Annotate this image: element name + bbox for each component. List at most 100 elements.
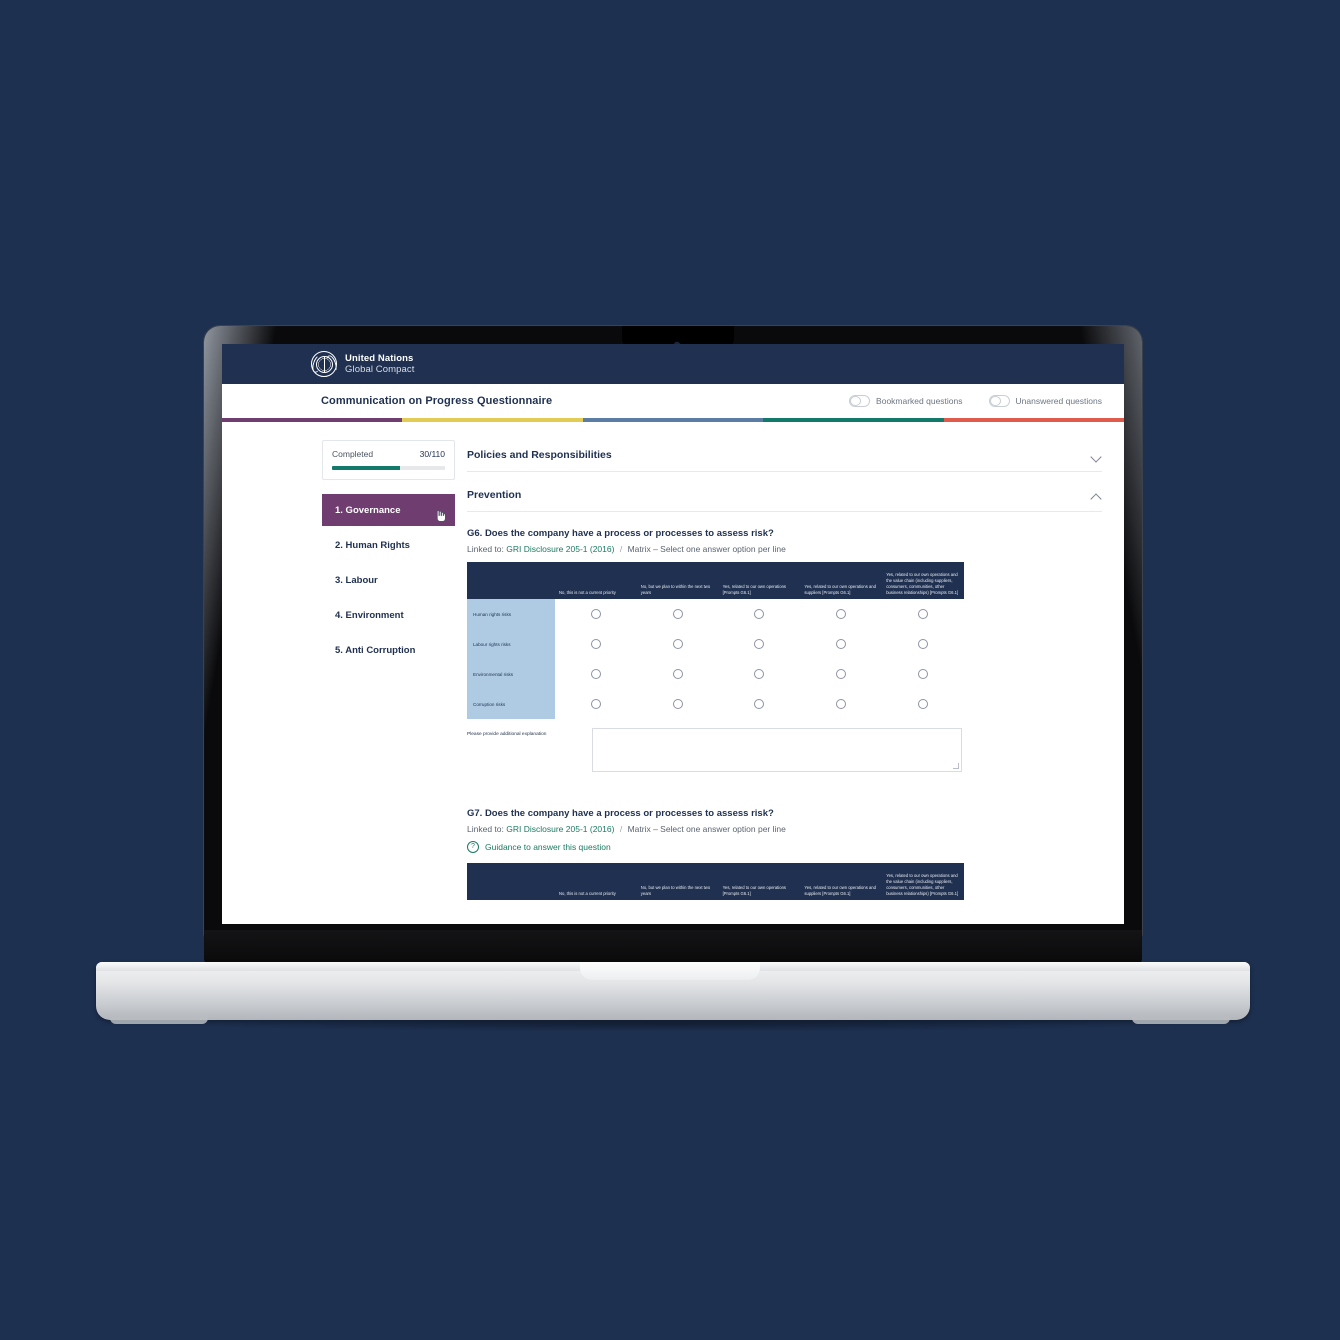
radio-button[interactable]	[918, 639, 929, 649]
radio-button[interactable]	[672, 699, 683, 709]
sidebar-item-governance[interactable]: 1. Governance	[322, 494, 455, 526]
radio-button[interactable]	[590, 609, 601, 619]
matrix-cell[interactable]	[555, 689, 637, 719]
sidebar-item-anti-corruption[interactable]: 5. Anti Corruption	[322, 634, 455, 666]
radio-button[interactable]	[754, 699, 765, 709]
radio-button[interactable]	[672, 609, 683, 619]
matrix-column-header: No, but we plan to within the next two y…	[640, 583, 711, 595]
matrix-column-header: Yes, related to our own operations and t…	[886, 872, 959, 896]
radio-button[interactable]	[836, 699, 847, 709]
laptop-foot-left	[110, 1014, 208, 1024]
matrix-cell[interactable]	[719, 659, 801, 689]
radio-button[interactable]	[836, 609, 847, 619]
brand-line-1: United Nations	[345, 352, 414, 364]
progress-value: 30/110	[419, 449, 445, 459]
meta-separator: /	[619, 544, 623, 554]
matrix-column-header: No, this is not a current priority	[559, 589, 616, 595]
matrix-header-corner	[467, 863, 555, 900]
matrix-row: Environmental risks	[467, 659, 964, 689]
matrix-cell[interactable]	[800, 659, 882, 689]
matrix-cell[interactable]	[637, 689, 719, 719]
radio-button[interactable]	[754, 669, 765, 679]
matrix-cell[interactable]	[637, 599, 719, 629]
question-title: G6. Does the company have a process or p…	[467, 528, 774, 539]
un-emblem-icon	[309, 351, 339, 377]
matrix-cell[interactable]	[800, 689, 882, 719]
question-type-label: Matrix – Select one answer option per li…	[627, 544, 786, 554]
matrix-cell[interactable]	[800, 599, 882, 629]
toggle-switch-icon[interactable]	[849, 395, 871, 407]
laptop-screen: United Nations Global Compact Communicat…	[222, 344, 1124, 924]
matrix-cell[interactable]	[800, 629, 882, 659]
radio-button[interactable]	[754, 639, 765, 649]
matrix-column-header: Yes, related to our own operations [Prom…	[722, 583, 786, 595]
matrix-cell[interactable]	[882, 629, 964, 659]
radio-button[interactable]	[918, 669, 929, 679]
radio-button[interactable]	[754, 609, 765, 619]
matrix-header-row: No, this is not a current priority No, b…	[467, 863, 964, 900]
filter-toggles: Bookmarked questions Unanswered question…	[849, 395, 1102, 407]
matrix-column-header: Yes, related to our own operations and s…	[804, 583, 876, 595]
guidance-link[interactable]: ? Guidance to answer this question	[467, 841, 1102, 853]
scene: United Nations Global Compact Communicat…	[0, 0, 1340, 1340]
radio-button[interactable]	[918, 699, 929, 709]
matrix-cell[interactable]	[719, 689, 801, 719]
matrix-row-label: Environmental risks	[467, 659, 555, 689]
toggle-unanswered-questions[interactable]: Unanswered questions	[988, 395, 1102, 407]
radio-button[interactable]	[590, 639, 601, 649]
question-title: G7. Does the company have a process or p…	[467, 808, 774, 819]
radio-button[interactable]	[836, 639, 847, 649]
matrix-cell[interactable]	[882, 689, 964, 719]
linked-disclosure-link[interactable]: GRI Disclosure 205-1 (2016)	[506, 824, 614, 834]
guidance-label: Guidance to answer this question	[485, 842, 611, 852]
radio-button[interactable]	[836, 669, 847, 679]
matrix-cell[interactable]	[637, 629, 719, 659]
explanation-field-group: Please provide additional explanation	[467, 728, 1102, 772]
explanation-textarea[interactable]	[592, 728, 962, 772]
sidebar-item-environment[interactable]: 4. Environment	[322, 599, 455, 631]
matrix-cell[interactable]	[882, 659, 964, 689]
section-nav: 1. Governance 2. Human Rights 3. Labour	[322, 494, 455, 666]
matrix-row-label: Labour rights risks	[467, 629, 555, 659]
toggle-switch-icon[interactable]	[988, 395, 1010, 407]
radio-button[interactable]	[672, 669, 683, 679]
radio-button[interactable]	[590, 669, 601, 679]
main-content: Policies and Responsibilities Prevention…	[457, 422, 1124, 924]
question-meta: Linked to: GRI Disclosure 205-1 (2016) /…	[467, 544, 1102, 554]
matrix-header-corner	[467, 562, 555, 599]
matrix-cell[interactable]	[555, 659, 637, 689]
linked-prefix: Linked to:	[467, 824, 504, 834]
matrix-g7: No, this is not a current priority No, b…	[467, 863, 964, 900]
matrix-row-label: Human rights risks	[467, 599, 555, 629]
matrix-cell[interactable]	[637, 659, 719, 689]
radio-button[interactable]	[918, 609, 929, 619]
linked-disclosure-link[interactable]: GRI Disclosure 205-1 (2016)	[506, 544, 614, 554]
sidebar-item-labour[interactable]: 3. Labour	[322, 564, 455, 596]
section-prevention[interactable]: Prevention	[467, 480, 1102, 512]
toggle-bookmarked-label: Bookmarked questions	[876, 396, 963, 406]
radio-button[interactable]	[590, 699, 601, 709]
chevron-down-icon[interactable]	[1091, 450, 1102, 461]
page-titlebar: Communication on Progress Questionnaire …	[222, 384, 1124, 418]
section-policies-and-responsibilities[interactable]: Policies and Responsibilities	[467, 440, 1102, 472]
matrix-cell[interactable]	[882, 599, 964, 629]
question-g6: G6. Does the company have a process or p…	[467, 528, 1102, 772]
matrix-cell[interactable]	[555, 599, 637, 629]
matrix-cell[interactable]	[719, 629, 801, 659]
toggle-bookmarked-questions[interactable]: Bookmarked questions	[849, 395, 963, 407]
matrix-column-header: Yes, related to our own operations and s…	[804, 884, 876, 896]
explanation-label: Please provide additional explanation	[467, 732, 547, 737]
radio-button[interactable]	[672, 639, 683, 649]
matrix-cell[interactable]	[555, 629, 637, 659]
laptop-foot-right	[1132, 1014, 1230, 1024]
matrix-cell[interactable]	[719, 599, 801, 629]
progress-bar-fill	[332, 466, 400, 470]
brand-logo[interactable]: United Nations Global Compact	[309, 351, 415, 377]
sidebar-item-label: 3. Labour	[335, 574, 378, 586]
sidebar-item-human-rights[interactable]: 2. Human Rights	[322, 529, 455, 561]
laptop-hinge	[204, 930, 1142, 964]
brand-header: United Nations Global Compact	[222, 344, 1124, 384]
matrix-header-row: No, this is not a current priority No, b…	[467, 562, 964, 599]
chevron-up-icon[interactable]	[1091, 490, 1102, 501]
laptop-mockup: United Nations Global Compact Communicat…	[0, 0, 1340, 1340]
